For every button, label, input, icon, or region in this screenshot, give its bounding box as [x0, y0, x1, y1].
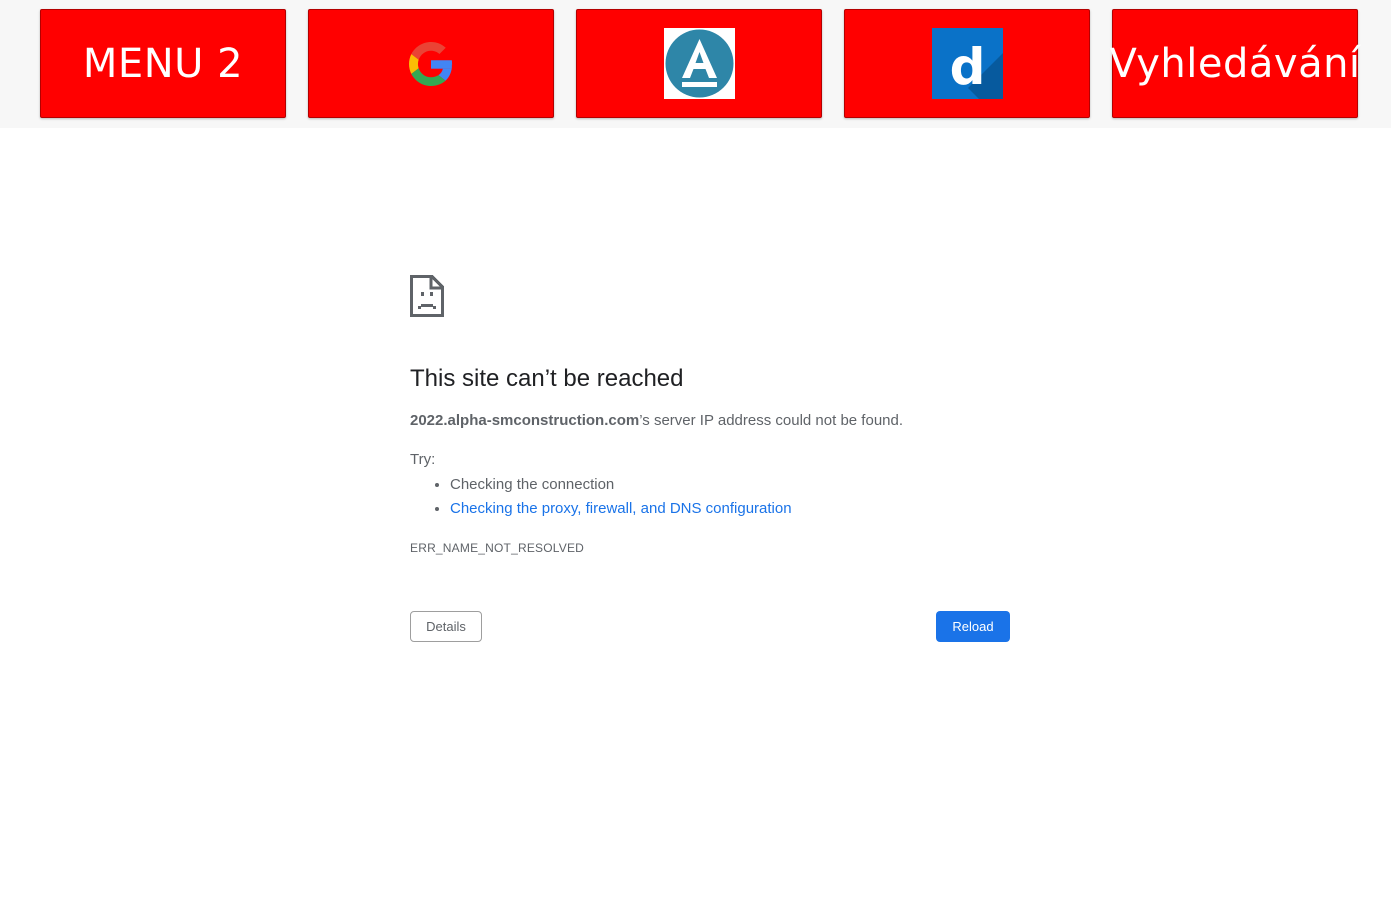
- suggestion-item: Checking the proxy, firewall, and DNS co…: [450, 497, 792, 521]
- error-host: 2022.alpha-smconstruction.com: [410, 412, 640, 429]
- suggestion-check-connection: Checking the connection: [450, 473, 792, 497]
- d-logo-letter: d: [949, 38, 985, 96]
- error-title: This site can’t be reached: [410, 365, 684, 392]
- try-label: Try:: [410, 451, 436, 468]
- menu-2-tile[interactable]: MENU 2: [40, 9, 286, 118]
- search-tile[interactable]: Vyhledávání: [1109, 9, 1361, 118]
- reload-button[interactable]: Reload: [936, 611, 1010, 642]
- details-button[interactable]: Details: [410, 611, 482, 642]
- google-tile[interactable]: [308, 9, 554, 118]
- menu-2-label: MENU 2: [82, 40, 244, 87]
- sad-document-icon: [410, 275, 444, 317]
- error-code: ERR_NAME_NOT_RESOLVED: [410, 541, 585, 555]
- check-proxy-firewall-dns-link[interactable]: Checking the proxy, firewall, and DNS co…: [450, 500, 792, 517]
- error-description: 2022.alpha-smconstruction.com’s server I…: [410, 412, 903, 429]
- a-logo-tile[interactable]: [576, 9, 822, 118]
- google-icon: [409, 41, 453, 86]
- top-menu-bar: MENU 2 d Vyhledávání: [0, 0, 1391, 128]
- suggestion-list: Checking the connection Checking the pro…: [410, 473, 792, 521]
- search-tile-label: Vyhledávání: [1109, 40, 1361, 87]
- d-logo-tile[interactable]: d: [844, 9, 1090, 118]
- error-description-suffix: ’s server IP address could not be found.: [639, 412, 904, 429]
- a-circle-logo-icon: [663, 28, 735, 99]
- d-logo-icon: d: [931, 28, 1003, 99]
